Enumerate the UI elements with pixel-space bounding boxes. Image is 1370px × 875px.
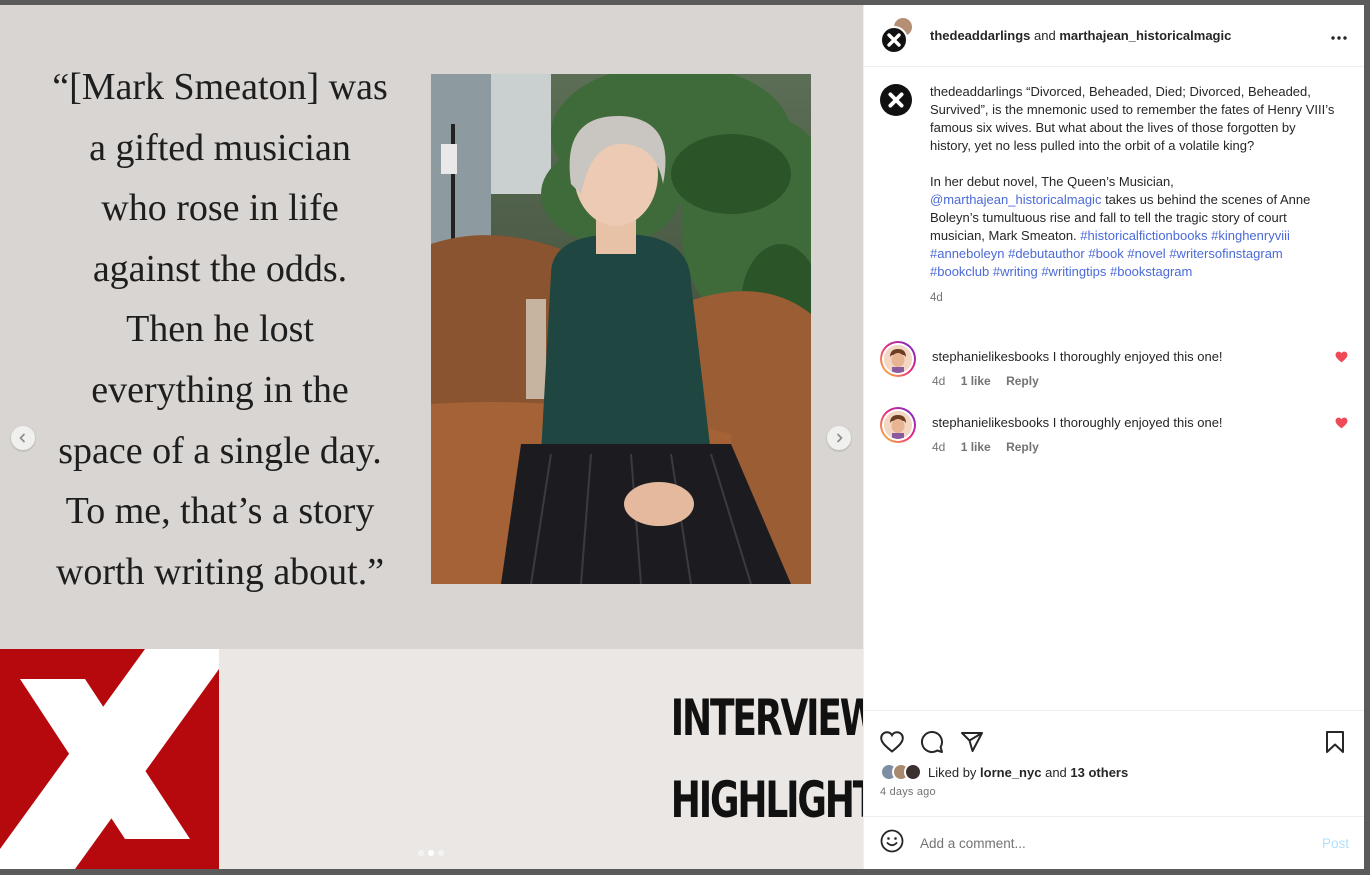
hashtag-link[interactable]: #debutauthor <box>1008 246 1085 261</box>
comment-item: stephanielikesbooks I thoroughly enjoyed… <box>880 341 1350 388</box>
hashtag-link[interactable]: #writersofinstagram <box>1169 246 1282 261</box>
comment-likes[interactable]: 1 like <box>961 374 991 388</box>
carousel-dot <box>418 850 424 856</box>
avatar[interactable] <box>880 341 916 377</box>
banner-title-line: INTERVIEW <box>670 689 863 747</box>
comment-username[interactable]: stephanielikesbooks <box>932 415 1049 430</box>
quote-line: Then he lost <box>126 308 314 351</box>
hashtag-link[interactable]: #writing <box>993 264 1038 279</box>
comment-body: stephanielikesbooks I thoroughly enjoyed… <box>932 407 1350 454</box>
post-header: thedeaddarlings and marthajean_historica… <box>864 5 1364 67</box>
comment-meta: 4d 1 like Reply <box>932 374 1350 388</box>
add-comment-bar: Post <box>864 816 1364 869</box>
comment-icon <box>921 731 943 754</box>
carousel-prev-button[interactable] <box>11 426 35 450</box>
hashtag-link[interactable]: #writingtips <box>1041 264 1106 279</box>
quote-line: “[Mark Smeaton] was <box>52 66 388 108</box>
comment-age[interactable]: 4d <box>932 440 945 454</box>
avatar[interactable] <box>880 407 916 443</box>
likes-joiner: and <box>1045 764 1067 780</box>
smiley-icon <box>880 829 904 852</box>
post-modal: “[Mark Smeaton] was a gifted musician wh… <box>0 5 1364 869</box>
liker-avatars <box>880 763 922 781</box>
emoji-button[interactable] <box>880 829 904 858</box>
banner-title-line: HIGHLIGHTS <box>670 771 863 829</box>
caption-paragraph: In her debut novel, The Queen’s Musician… <box>930 174 1174 189</box>
action-bar <box>880 725 1349 759</box>
comment-username[interactable]: stephanielikesbooks <box>932 349 1049 364</box>
avatar[interactable] <box>880 84 912 116</box>
mention-link[interactable]: @marthajean_historicalmagic <box>930 192 1101 207</box>
carousel-next-button[interactable] <box>827 426 851 450</box>
interview-banner: INTERVIEW HIGHLIGHTS <box>0 649 863 869</box>
quote-line: against the odds. <box>92 247 348 290</box>
username-link[interactable]: thedeaddarlings <box>930 28 1030 43</box>
reply-button[interactable]: Reply <box>1006 374 1039 388</box>
author-photo <box>431 74 811 584</box>
joiner-text: and <box>1034 28 1056 43</box>
hashtag-link[interactable]: #bookclub <box>930 264 989 279</box>
comment-text: I thoroughly enjoyed this one! <box>1052 349 1223 364</box>
post-side-panel: thedeaddarlings and marthajean_historica… <box>863 5 1364 869</box>
chevron-left-icon <box>19 433 26 443</box>
quote-line: space of a single day. <box>58 429 382 472</box>
likes-summary: Liked by lorne_nyc and 13 others <box>880 763 1349 781</box>
carousel-dot <box>438 850 444 856</box>
quote-line: a gifted musician <box>89 126 351 169</box>
quote-text: “[Mark Smeaton] was a gifted musician wh… <box>10 57 430 602</box>
avatar <box>880 25 908 54</box>
comment-likes[interactable]: 1 like <box>961 440 991 454</box>
comment-like-button[interactable] <box>1335 351 1348 366</box>
comment-text: I thoroughly enjoyed this one! <box>1052 415 1223 430</box>
post-media: “[Mark Smeaton] was a gifted musician wh… <box>0 5 863 869</box>
hashtag-link[interactable]: #kinghenryviii <box>1211 228 1290 243</box>
x-logo <box>0 649 219 869</box>
likes-others-link[interactable]: 13 others <box>1070 765 1128 780</box>
bookmark-icon <box>1326 731 1344 753</box>
carousel-dot-active <box>428 850 434 856</box>
share-button[interactable] <box>960 730 1000 754</box>
more-horizontal-icon <box>1331 36 1347 40</box>
quote-line: worth writing about.” <box>55 550 385 593</box>
comment-body: stephanielikesbooks I thoroughly enjoyed… <box>932 341 1350 388</box>
caption-text: thedeaddarlings “Divorced, Beheaded, Die… <box>930 83 1336 307</box>
comment-input[interactable] <box>920 835 1322 851</box>
hashtag-link[interactable]: #novel <box>1127 246 1165 261</box>
hashtag-link[interactable]: #bookstagram <box>1110 264 1192 279</box>
post-comment-button[interactable]: Post <box>1322 836 1349 851</box>
likes-prefix: Liked by <box>928 764 977 780</box>
quote-line: everything in the <box>91 368 349 411</box>
collab-names: thedeaddarlings and marthajean_historica… <box>930 28 1330 43</box>
caption-username[interactable]: thedeaddarlings <box>930 84 1023 99</box>
avatar <box>904 763 922 781</box>
hashtag-link[interactable]: #historicalfictionbooks <box>1080 228 1207 243</box>
quote-line: To me, that’s a story <box>65 490 375 533</box>
liker-username[interactable]: lorne_nyc <box>980 765 1041 780</box>
heart-filled-icon <box>1335 417 1348 429</box>
comment-meta: 4d 1 like Reply <box>932 440 1350 454</box>
banner-title: INTERVIEW HIGHLIGHTS <box>670 677 863 841</box>
username-link[interactable]: marthajean_historicalmagic <box>1059 28 1231 43</box>
heart-icon <box>880 731 904 753</box>
save-button[interactable] <box>1325 730 1349 754</box>
post-actions: Liked by lorne_nyc and 13 others 4 days … <box>864 710 1364 798</box>
reply-button[interactable]: Reply <box>1006 440 1039 454</box>
chevron-right-icon <box>836 433 843 443</box>
comment-button[interactable] <box>920 730 960 754</box>
like-button[interactable] <box>880 730 920 754</box>
comment-item: stephanielikesbooks I thoroughly enjoyed… <box>880 407 1350 454</box>
more-options-button[interactable] <box>1330 25 1348 46</box>
post-caption: thedeaddarlings “Divorced, Beheaded, Die… <box>880 83 1350 307</box>
post-timestamp[interactable]: 4 days ago <box>880 786 1349 798</box>
carousel-indicator <box>418 850 444 856</box>
hashtag-link[interactable]: #book <box>1088 246 1123 261</box>
collab-avatars[interactable] <box>880 15 920 56</box>
comment-age[interactable]: 4d <box>932 374 945 388</box>
comment-like-button[interactable] <box>1335 417 1348 432</box>
paper-plane-icon <box>961 732 983 752</box>
hashtag-link[interactable]: #anneboleyn <box>930 246 1004 261</box>
caption-age[interactable]: 4d <box>930 289 1336 307</box>
heart-filled-icon <box>1335 351 1348 363</box>
quote-line: who rose in life <box>101 187 339 230</box>
